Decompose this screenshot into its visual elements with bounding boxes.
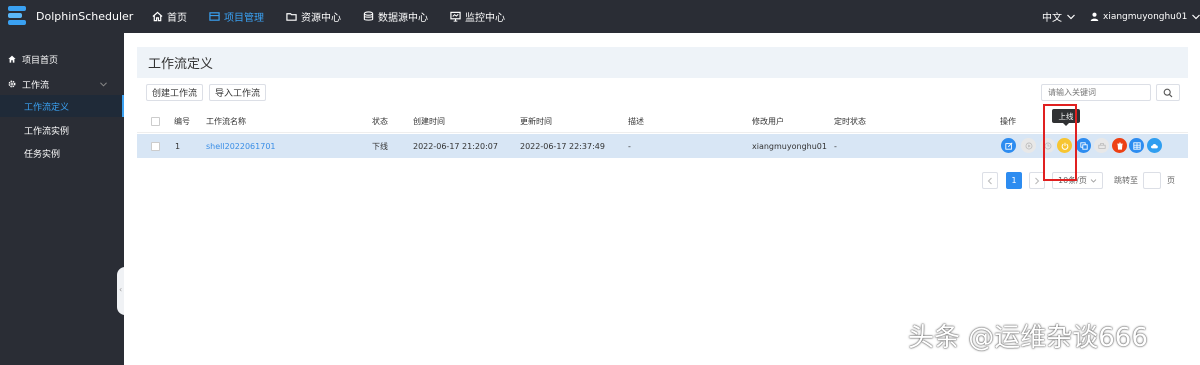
sidebar-item-label: 任务实例	[24, 149, 61, 160]
app-name: DolphinScheduler	[36, 9, 134, 23]
trash-icon	[1116, 142, 1123, 150]
sidebar-item-workflow-definition[interactable]: 工作流定义	[0, 95, 124, 117]
main-content: 工作流定义 创建工作流 导入工作流 编号 工作流名称 状态 创建时间 更新时间 …	[124, 33, 1200, 365]
sidebar-item-label: 工作流定义	[24, 102, 70, 113]
language-label: 中文	[1042, 13, 1062, 24]
prev-page-button[interactable]	[982, 172, 998, 189]
table-header: 编号 工作流名称 状态 创建时间 更新时间 描述 修改用户 定时状态 操作	[137, 109, 1188, 133]
dolphin-logo-icon	[6, 5, 30, 27]
edit-icon	[1004, 141, 1013, 150]
nav-monitor-label: 监控中心	[465, 13, 505, 24]
play-icon	[1025, 142, 1032, 149]
sidebar-group-label: 工作流	[22, 80, 50, 91]
chevron-left-icon	[987, 177, 992, 184]
cloud-icon	[1151, 143, 1158, 148]
sidebar-item-task-instance[interactable]: 任务实例	[0, 142, 124, 164]
page-unit-label: 页	[1167, 176, 1175, 185]
header-updated: 更新时间	[520, 116, 552, 126]
user-icon	[1090, 12, 1099, 21]
folder-icon	[286, 13, 297, 21]
goto-label: 跳转至	[1114, 176, 1138, 185]
version-button[interactable]	[1147, 138, 1162, 153]
sidebar-group-workflow[interactable]: 工作流	[0, 73, 124, 95]
gear-icon	[8, 80, 16, 88]
page-title-text: 工作流定义	[148, 57, 214, 72]
watermark-text: 头条 @运维杂谈666	[908, 323, 1148, 353]
chevron-down-icon	[1090, 178, 1097, 183]
main-nav: 首页 项目管理 资源中心 数据源中心 监控中心	[152, 0, 527, 33]
import-workflow-button[interactable]: 导入工作流	[209, 84, 266, 101]
delete-button[interactable]	[1112, 138, 1127, 153]
sidebar: 项目首页 工作流 工作流定义 工作流实例 任务实例	[0, 33, 124, 365]
nav-project-label: 项目管理	[224, 13, 264, 24]
create-workflow-button[interactable]: 创建工作流	[146, 84, 203, 101]
chevron-down-icon	[1192, 14, 1200, 19]
chevron-down-icon	[1067, 14, 1075, 19]
nav-resource-label: 资源中心	[301, 13, 341, 24]
app-logo[interactable]: DolphinScheduler	[6, 5, 133, 27]
row-schedule-status: -	[834, 141, 837, 151]
row-modifier: xiangmuyonghu01	[752, 141, 827, 151]
top-navbar: DolphinScheduler 首页 项目管理 资源中心 数据源中心 监控中心…	[0, 0, 1200, 33]
nav-resource[interactable]: 资源中心	[286, 0, 341, 33]
tree-view-button[interactable]	[1094, 138, 1109, 153]
nav-monitor[interactable]: 监控中心	[450, 0, 505, 33]
sidebar-item-workflow-instance[interactable]: 工作流实例	[0, 119, 124, 141]
export-button[interactable]	[1129, 138, 1144, 153]
header-modifier: 修改用户	[752, 116, 784, 126]
username: xiangmuyonghu01	[1103, 11, 1188, 22]
chevron-down-icon	[100, 81, 107, 86]
copy-icon	[1079, 141, 1088, 150]
row-status: 下线	[372, 141, 388, 151]
home-icon	[152, 11, 163, 22]
copy-button[interactable]	[1076, 138, 1091, 153]
language-switch[interactable]: 中文	[1042, 0, 1076, 33]
row-updated: 2022-06-17 22:37:49	[520, 141, 605, 151]
home-icon	[8, 55, 16, 63]
monitor-icon	[450, 11, 461, 22]
select-all-checkbox[interactable]	[151, 109, 160, 133]
sidebar-item-project-home[interactable]: 项目首页	[0, 48, 124, 70]
chevron-right-icon	[1035, 177, 1040, 184]
tree-icon	[1097, 142, 1106, 149]
page-1-button[interactable]: 1	[1006, 172, 1022, 189]
chevron-left-icon: ‹	[119, 285, 123, 294]
run-button[interactable]	[1021, 138, 1036, 153]
row-description: -	[628, 141, 631, 151]
sidebar-item-label: 工作流实例	[24, 126, 70, 137]
page-title: 工作流定义	[137, 47, 1188, 78]
header-name: 工作流名称	[206, 116, 246, 126]
row-id: 1	[175, 141, 181, 151]
search-button[interactable]	[1156, 84, 1180, 101]
header-description: 描述	[628, 116, 644, 126]
row-checkbox[interactable]	[151, 134, 160, 158]
grid-icon	[1132, 141, 1141, 150]
project-icon	[209, 12, 220, 21]
row-created: 2022-06-17 21:20:07	[413, 141, 498, 151]
user-menu[interactable]: xiangmuyonghu01	[1090, 0, 1200, 33]
nav-project[interactable]: 项目管理	[209, 0, 264, 33]
goto-page-input[interactable]	[1143, 172, 1161, 189]
nav-datasource[interactable]: 数据源中心	[363, 0, 428, 33]
workflow-name-link[interactable]: shell2022061701	[206, 134, 276, 158]
nav-home-label: 首页	[167, 13, 187, 24]
header-schedule-status: 定时状态	[834, 116, 866, 126]
database-icon	[363, 11, 374, 21]
nav-datasource-label: 数据源中心	[378, 13, 428, 24]
header-status: 状态	[372, 116, 388, 126]
sidebar-item-label: 项目首页	[22, 55, 59, 66]
nav-home[interactable]: 首页	[152, 0, 187, 33]
edit-button[interactable]	[1001, 138, 1016, 153]
header-operations: 操作	[1000, 116, 1016, 126]
header-created: 创建时间	[413, 116, 445, 126]
search-input[interactable]	[1041, 84, 1151, 101]
search-icon	[1163, 88, 1173, 97]
highlight-box	[1043, 104, 1077, 181]
header-id: 编号	[174, 116, 190, 126]
